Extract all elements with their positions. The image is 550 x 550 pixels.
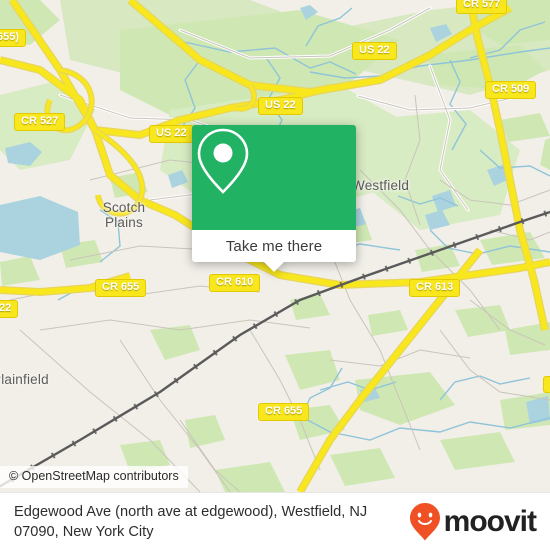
- route-shield-cr-655-edge[interactable]: 655): [0, 29, 27, 47]
- moovit-logo[interactable]: moovit: [409, 502, 537, 541]
- route-shield-edge-right[interactable]: [543, 376, 550, 393]
- route-shield-cr-527[interactable]: CR 527: [14, 113, 66, 131]
- moovit-pin-smile-icon: [409, 502, 440, 540]
- location-title: Edgewood Ave (north ave at edgewood), We…: [14, 503, 368, 540]
- route-shield-cr-655-b[interactable]: CR 655: [258, 403, 310, 421]
- route-shield-cr-655-a[interactable]: CR 655: [95, 279, 147, 297]
- popup-image: [192, 125, 356, 230]
- route-shield-22-edge[interactable]: 22: [0, 300, 19, 318]
- footer-bar: Edgewood Ave (north ave at edgewood), We…: [0, 492, 550, 550]
- route-shield-us-22-c[interactable]: US 22: [149, 125, 194, 143]
- map-pin-icon: [197, 128, 249, 194]
- route-shield-cr-613[interactable]: CR 613: [409, 279, 461, 297]
- take-me-there-button[interactable]: Take me there: [192, 230, 356, 262]
- take-me-there-label: Take me there: [225, 237, 323, 255]
- route-shield-cr-509[interactable]: CR 509: [485, 81, 537, 99]
- route-shield-cr-577[interactable]: CR 577: [456, 0, 508, 14]
- station-popup[interactable]: Take me there: [192, 125, 356, 272]
- moovit-station-map-screen: Scotch Plains Westfield Plainfield CR 57…: [0, 0, 550, 550]
- map-canvas[interactable]: Scotch Plains Westfield Plainfield CR 57…: [0, 0, 550, 492]
- moovit-wordmark: moovit: [443, 504, 537, 538]
- route-shield-us-22-a[interactable]: US 22: [352, 42, 397, 60]
- route-shield-us-22-b[interactable]: US 22: [258, 97, 303, 115]
- route-shield-cr-610[interactable]: CR 610: [209, 274, 261, 292]
- popup-tail: [264, 262, 284, 272]
- map-attribution[interactable]: © OpenStreetMap contributors: [0, 466, 188, 488]
